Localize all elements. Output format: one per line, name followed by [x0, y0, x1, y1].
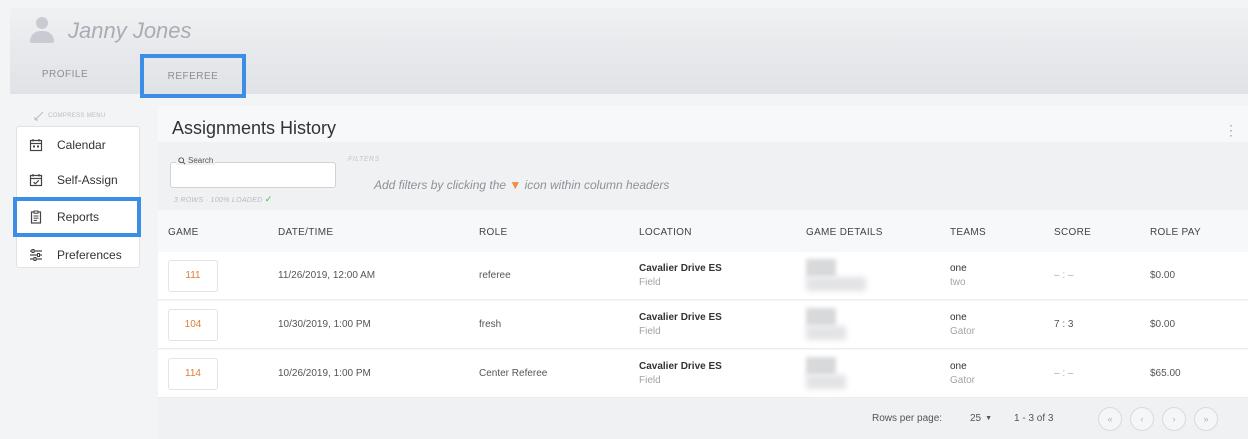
compress-menu-button[interactable]: COMPRESS MENU [34, 111, 106, 121]
datetime-cell: 10/26/2019, 1:00 PM [278, 368, 371, 379]
game-details-cell [806, 306, 950, 344]
calendar-icon [29, 138, 43, 151]
first-page-button[interactable]: « [1098, 406, 1122, 431]
sidebar-item-label: Preferences [57, 247, 122, 262]
filter-panel: Search 3 ROWS · 100% LOADED ✓ FILTERS Ad… [158, 142, 1248, 210]
calendar-check-icon [29, 173, 43, 186]
location-cell: Cavalier Drive ES Field [639, 263, 722, 288]
last-page-button[interactable]: » [1194, 406, 1218, 431]
search-icon [178, 156, 186, 165]
column-header-score[interactable]: SCORE [1054, 227, 1150, 238]
table-row[interactable]: 111 11/26/2019, 12:00 AM referee Cavalie… [158, 252, 1248, 300]
game-number-button[interactable]: 111 [168, 259, 218, 292]
role-cell: Center Referee [479, 368, 548, 379]
compress-menu-label: COMPRESS MENU [48, 113, 106, 119]
page-title: Assignments History [172, 118, 337, 138]
location-cell: Cavalier Drive ES Field [639, 361, 722, 386]
filters-label: FILTERS [348, 156, 380, 163]
game-number-button[interactable]: 104 [168, 308, 218, 341]
column-header-role-pay[interactable]: ROLE PAY [1150, 227, 1248, 238]
check-icon: ✓ [264, 194, 273, 204]
role-pay-cell: $0.00 [1150, 319, 1176, 330]
sidebar-item-preferences[interactable]: Preferences [17, 237, 139, 272]
column-header-game[interactable]: GAME [158, 227, 278, 238]
page-range: 1 - 3 of 3 [1014, 413, 1054, 424]
location-cell: Cavalier Drive ES Field [639, 312, 722, 337]
tab-profile[interactable]: PROFILE [10, 54, 120, 94]
sidebar-item-label: Calendar [57, 137, 106, 152]
rows-per-page-select[interactable]: 25 ▼ [970, 413, 992, 424]
role-pay-cell: $65.00 [1150, 368, 1181, 379]
table-row[interactable]: 104 10/30/2019, 1:00 PM fresh Cavalier D… [158, 301, 1248, 349]
role-cell: referee [479, 270, 511, 281]
prev-page-button[interactable]: ‹ [1130, 406, 1154, 431]
score-cell: – : – [1054, 270, 1074, 281]
game-details-cell [806, 355, 950, 393]
filters-hint: Add filters by clicking the ▼ icon withi… [374, 178, 670, 192]
tab-referee[interactable]: REFEREE [140, 54, 246, 98]
game-details-cell [806, 257, 950, 295]
redacted-details [806, 355, 872, 393]
avatar-icon [30, 17, 54, 45]
column-header-location[interactable]: LOCATION [639, 227, 806, 238]
teams-cell: one Gator [950, 312, 976, 337]
redacted-details [806, 257, 872, 295]
column-header-game-details[interactable]: GAME DETAILS [806, 227, 950, 238]
search-label: Search [176, 156, 216, 165]
search-input[interactable] [170, 162, 336, 188]
sidebar-item-reports[interactable]: Reports [13, 197, 141, 237]
sidebar-item-calendar[interactable]: Calendar [17, 127, 139, 162]
game-number-button[interactable]: 114 [168, 357, 218, 390]
more-options-icon[interactable]: ⋮ [1224, 122, 1238, 139]
clipboard-icon [30, 210, 42, 224]
sidebar-item-label: Self-Assign [57, 172, 118, 187]
table-row[interactable]: 114 10/26/2019, 1:00 PM Center Referee C… [158, 350, 1248, 398]
rows-per-page-label: Rows per page: [872, 413, 943, 424]
teams-cell: one Gator [950, 361, 976, 386]
teams-cell: one two [950, 263, 967, 288]
sliders-icon [30, 248, 42, 261]
column-header-teams[interactable]: TEAMS [950, 227, 1054, 238]
sidebar: Calendar Self-Assign Reports Preferences [13, 126, 141, 268]
user-name: Janny Jones [68, 18, 192, 43]
user-header: Janny Jones [10, 8, 1248, 54]
tab-bar: PROFILE REFEREE [10, 54, 1248, 98]
datetime-cell: 10/30/2019, 1:00 PM [278, 319, 371, 330]
main-content: Assignments History ⋮ Search 3 ROWS · 10… [158, 106, 1248, 439]
datetime-cell: 11/26/2019, 12:00 AM [278, 270, 376, 281]
chevron-down-icon: ▼ [985, 415, 993, 422]
next-page-button[interactable]: › [1162, 406, 1186, 431]
role-cell: fresh [479, 319, 502, 330]
sidebar-item-self-assign[interactable]: Self-Assign [17, 162, 139, 197]
role-pay-cell: $0.00 [1150, 270, 1176, 281]
column-header-role[interactable]: ROLE [479, 227, 639, 238]
table-header: GAME DATE/TIME ROLE LOCATION GAME DETAIL… [158, 214, 1248, 250]
pagination-bar: Rows per page: 25 ▼ 1 - 3 of 3 « ‹ › » [158, 398, 1248, 439]
rows-loaded-status: 3 ROWS · 100% LOADED ✓ [174, 194, 273, 204]
score-cell: – : – [1054, 368, 1074, 379]
compress-icon [34, 111, 44, 121]
filter-funnel-icon: ▼ [509, 178, 522, 192]
sidebar-item-label: Reports [57, 210, 100, 224]
redacted-details [806, 306, 872, 344]
score-cell: 7 : 3 [1054, 319, 1074, 330]
column-header-datetime[interactable]: DATE/TIME [278, 227, 479, 238]
